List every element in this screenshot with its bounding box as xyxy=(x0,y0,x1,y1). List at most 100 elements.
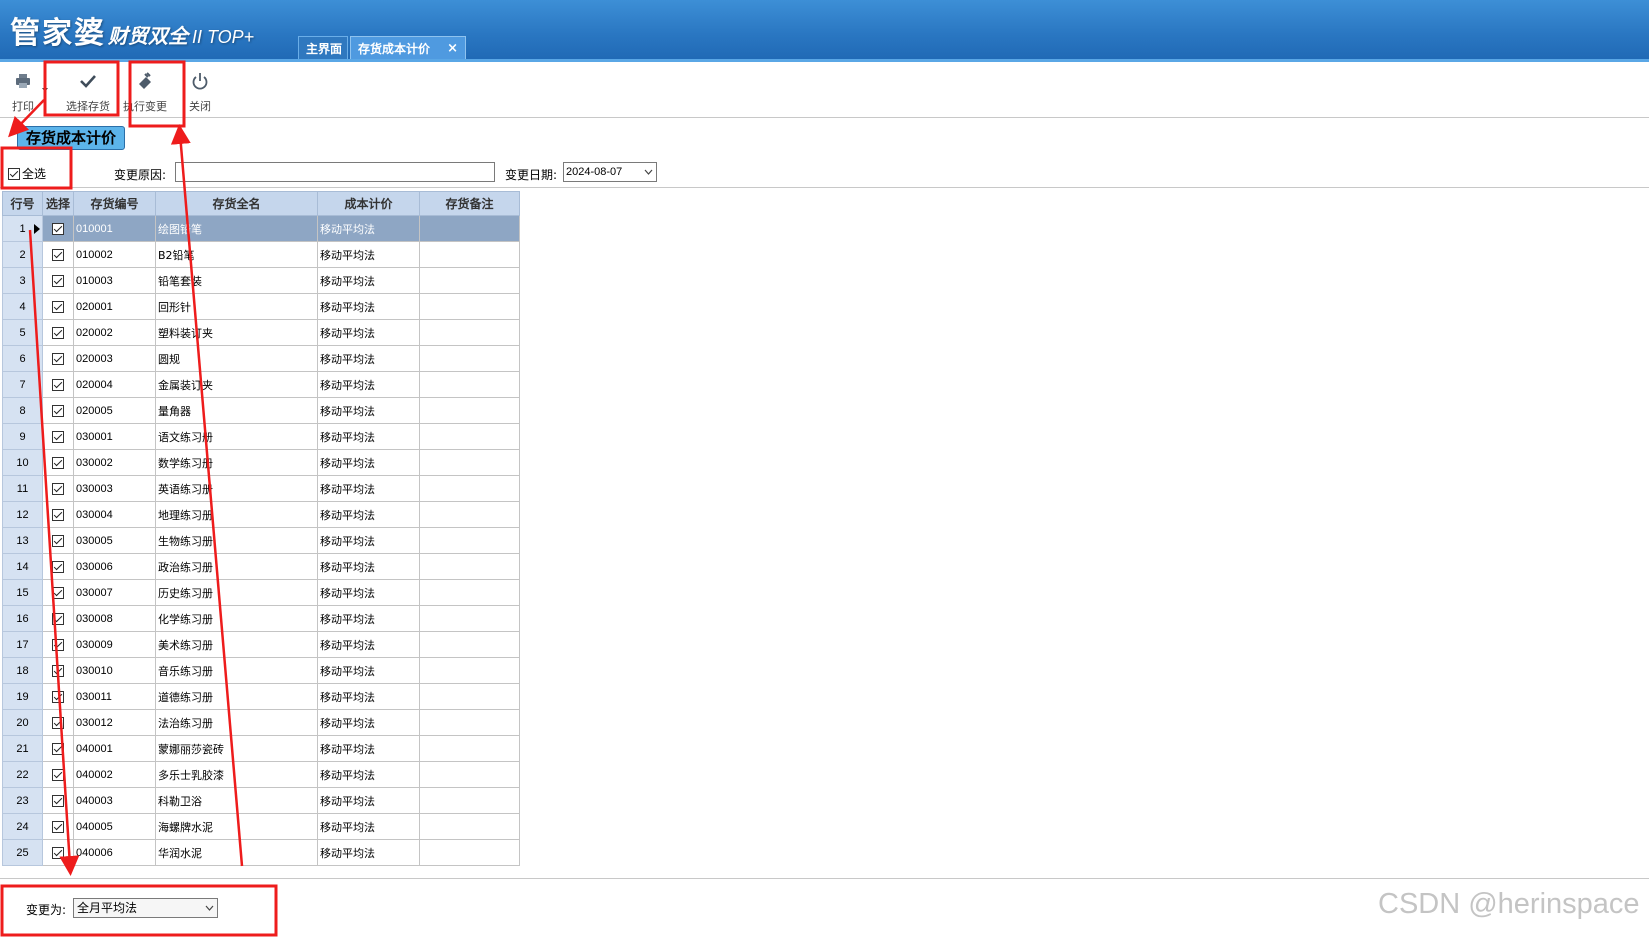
inventory-note-cell[interactable] xyxy=(419,709,520,736)
cost-method-cell[interactable]: 移动平均法 xyxy=(317,267,420,294)
table-row[interactable]: 11 030003 英语练习册 移动平均法 xyxy=(2,475,520,502)
row-select-cell[interactable] xyxy=(42,501,74,528)
inventory-name-cell[interactable]: 政治练习册 xyxy=(155,553,318,580)
checkbox-icon[interactable] xyxy=(52,353,64,365)
row-select-cell[interactable] xyxy=(42,761,74,788)
inventory-name-cell[interactable]: 量角器 xyxy=(155,397,318,424)
checkbox-icon[interactable] xyxy=(52,431,64,443)
checkbox-icon[interactable] xyxy=(52,223,64,235)
cost-method-cell[interactable]: 移动平均法 xyxy=(317,579,420,606)
column-header-code[interactable]: 存货编号 xyxy=(73,191,156,216)
cost-method-cell[interactable]: 移动平均法 xyxy=(317,449,420,476)
row-select-cell[interactable] xyxy=(42,605,74,632)
row-select-cell[interactable] xyxy=(42,449,74,476)
row-select-cell[interactable] xyxy=(42,631,74,658)
checkbox-icon[interactable] xyxy=(52,535,64,547)
inventory-code-cell[interactable]: 030005 xyxy=(73,527,156,554)
inventory-code-cell[interactable]: 030006 xyxy=(73,553,156,580)
row-select-cell[interactable] xyxy=(42,293,74,320)
table-row[interactable]: 17 030009 美术练习册 移动平均法 xyxy=(2,631,520,658)
table-row[interactable]: 23 040003 科勒卫浴 移动平均法 xyxy=(2,787,520,814)
inventory-code-cell[interactable]: 040005 xyxy=(73,813,156,840)
tab-home[interactable]: 主界面 xyxy=(298,36,348,60)
inventory-name-cell[interactable]: 美术练习册 xyxy=(155,631,318,658)
checkbox-icon[interactable] xyxy=(52,769,64,781)
inventory-name-cell[interactable]: 海螺牌水泥 xyxy=(155,813,318,840)
inventory-note-cell[interactable] xyxy=(419,605,520,632)
table-row[interactable]: 25 040006 华润水泥 移动平均法 xyxy=(2,839,520,866)
inventory-name-cell[interactable]: 蒙娜丽莎瓷砖 xyxy=(155,735,318,762)
cost-method-cell[interactable]: 移动平均法 xyxy=(317,657,420,684)
inventory-code-cell[interactable]: 010003 xyxy=(73,267,156,294)
column-header-row-number[interactable]: 行号 xyxy=(2,191,43,216)
row-select-cell[interactable] xyxy=(42,657,74,684)
inventory-name-cell[interactable]: 铅笔套装 xyxy=(155,267,318,294)
row-select-cell[interactable] xyxy=(42,475,74,502)
chevron-down-icon[interactable] xyxy=(644,169,653,175)
row-select-cell[interactable] xyxy=(42,215,74,242)
checkbox-icon[interactable] xyxy=(52,821,64,833)
inventory-name-cell[interactable]: 地理练习册 xyxy=(155,501,318,528)
row-select-cell[interactable] xyxy=(42,371,74,398)
row-select-cell[interactable] xyxy=(42,527,74,554)
checkbox-icon[interactable] xyxy=(52,587,64,599)
inventory-code-cell[interactable]: 030009 xyxy=(73,631,156,658)
inventory-note-cell[interactable] xyxy=(419,735,520,762)
inventory-code-cell[interactable]: 020005 xyxy=(73,397,156,424)
table-row[interactable]: 22 040002 多乐士乳胶漆 移动平均法 xyxy=(2,761,520,788)
inventory-code-cell[interactable]: 040002 xyxy=(73,761,156,788)
cost-method-cell[interactable]: 移动平均法 xyxy=(317,605,420,632)
checkbox-icon[interactable] xyxy=(52,691,64,703)
checkbox-icon[interactable] xyxy=(52,717,64,729)
chevron-down-icon[interactable] xyxy=(41,86,49,94)
inventory-code-cell[interactable]: 030011 xyxy=(73,683,156,710)
cost-method-cell[interactable]: 移动平均法 xyxy=(317,475,420,502)
inventory-code-cell[interactable]: 030010 xyxy=(73,657,156,684)
change-date-picker[interactable]: 2024-08-07 xyxy=(563,162,657,182)
cost-method-cell[interactable]: 移动平均法 xyxy=(317,501,420,528)
inventory-note-cell[interactable] xyxy=(419,761,520,788)
cost-method-cell[interactable]: 移动平均法 xyxy=(317,423,420,450)
cost-method-cell[interactable]: 移动平均法 xyxy=(317,371,420,398)
inventory-name-cell[interactable]: B2铅笔 xyxy=(155,241,318,268)
inventory-code-cell[interactable]: 030002 xyxy=(73,449,156,476)
cost-method-cell[interactable]: 移动平均法 xyxy=(317,787,420,814)
inventory-name-cell[interactable]: 英语练习册 xyxy=(155,475,318,502)
inventory-note-cell[interactable] xyxy=(419,345,520,372)
inventory-code-cell[interactable]: 040006 xyxy=(73,839,156,866)
table-row[interactable]: 2 010002 B2铅笔 移动平均法 xyxy=(2,241,520,268)
inventory-note-cell[interactable] xyxy=(419,501,520,528)
cost-method-cell[interactable]: 移动平均法 xyxy=(317,241,420,268)
inventory-name-cell[interactable]: 数学练习册 xyxy=(155,449,318,476)
inventory-name-cell[interactable]: 金属装订夹 xyxy=(155,371,318,398)
row-select-cell[interactable] xyxy=(42,735,74,762)
checkbox-icon[interactable] xyxy=(52,249,64,261)
cost-method-cell[interactable]: 移动平均法 xyxy=(317,553,420,580)
row-select-cell[interactable] xyxy=(42,397,74,424)
inventory-code-cell[interactable]: 020002 xyxy=(73,319,156,346)
inventory-code-cell[interactable]: 020001 xyxy=(73,293,156,320)
inventory-name-cell[interactable]: 音乐练习册 xyxy=(155,657,318,684)
inventory-name-cell[interactable]: 道德练习册 xyxy=(155,683,318,710)
checkbox-icon[interactable] xyxy=(52,509,64,521)
inventory-note-cell[interactable] xyxy=(419,553,520,580)
checkbox-icon[interactable] xyxy=(52,639,64,651)
print-button[interactable]: 打印 xyxy=(8,72,38,116)
inventory-name-cell[interactable]: 回形针 xyxy=(155,293,318,320)
inventory-note-cell[interactable] xyxy=(419,527,520,554)
cost-method-cell[interactable]: 移动平均法 xyxy=(317,215,420,242)
row-select-cell[interactable] xyxy=(42,787,74,814)
row-select-cell[interactable] xyxy=(42,345,74,372)
inventory-code-cell[interactable]: 020003 xyxy=(73,345,156,372)
cost-method-cell[interactable]: 移动平均法 xyxy=(317,527,420,554)
inventory-code-cell[interactable]: 040001 xyxy=(73,735,156,762)
inventory-name-cell[interactable]: 绘图铅笔 xyxy=(155,215,318,242)
table-row[interactable]: 6 020003 圆规 移动平均法 xyxy=(2,345,520,372)
inventory-code-cell[interactable]: 030012 xyxy=(73,709,156,736)
checkbox-icon[interactable] xyxy=(52,275,64,287)
cost-method-cell[interactable]: 移动平均法 xyxy=(317,735,420,762)
inventory-note-cell[interactable] xyxy=(419,215,520,242)
inventory-note-cell[interactable] xyxy=(419,683,520,710)
inventory-code-cell[interactable]: 040003 xyxy=(73,787,156,814)
checkbox-icon[interactable] xyxy=(52,665,64,677)
